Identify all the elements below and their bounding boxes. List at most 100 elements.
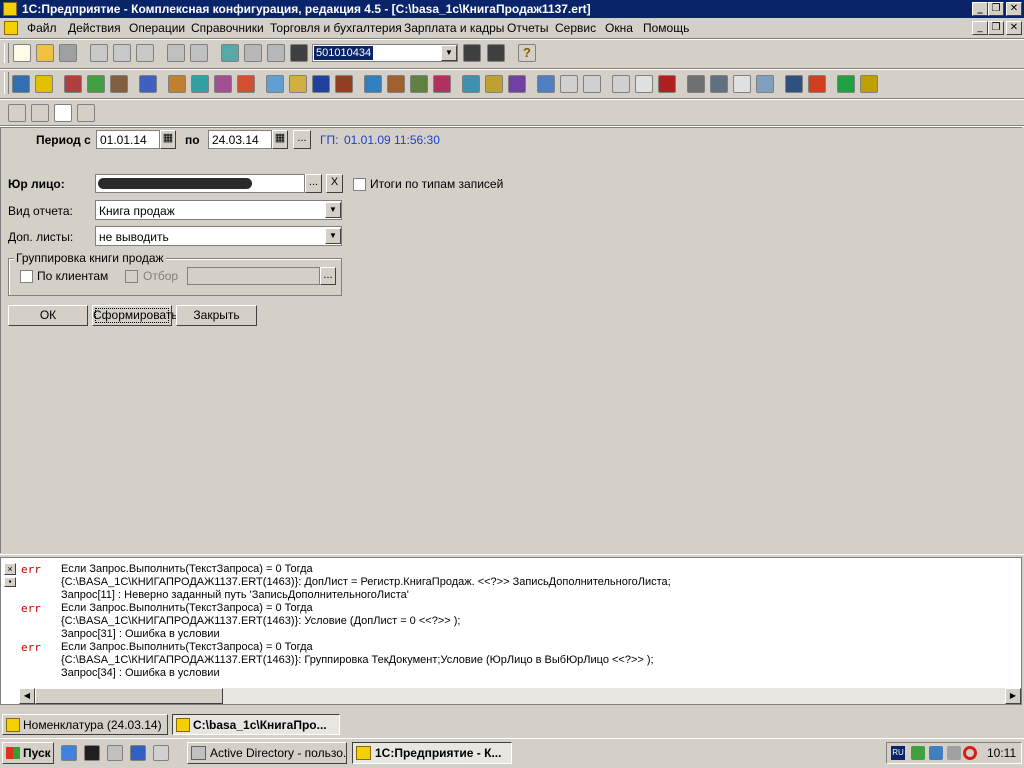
tab-sales-book[interactable]: C:\basa_1c\КнигаПро... [172, 714, 340, 735]
period-select-button[interactable]: ... [293, 130, 311, 149]
invoice-in-icon[interactable] [266, 75, 284, 93]
menu-trade[interactable]: Торговля и бухгалтерия [270, 21, 402, 35]
report-2-icon[interactable] [560, 75, 578, 93]
select-tool-icon[interactable] [8, 104, 26, 122]
toolbar-grip[interactable] [4, 72, 9, 94]
report-1-icon[interactable] [537, 75, 555, 93]
menu-salary[interactable]: Зарплата и кадры [404, 21, 504, 35]
by-clients-checkbox[interactable] [20, 270, 33, 283]
vat-book-icon[interactable] [612, 75, 630, 93]
message-line[interactable]: {C:\BASA_1C\КНИГАПРОДАЖ1137.ERT(1463)}: … [61, 576, 671, 588]
cash-book-icon[interactable] [139, 75, 157, 93]
message-line[interactable]: Если Запрос.Выполнить(ТекстЗапроса) = 0 … [61, 602, 313, 614]
find-prev-icon[interactable] [487, 44, 505, 62]
invoice-out-icon[interactable] [289, 75, 307, 93]
goods-icon[interactable] [462, 75, 480, 93]
sales-book-icon[interactable] [808, 75, 826, 93]
scroll-right-icon[interactable]: ▶ [1005, 688, 1021, 704]
new-file-icon[interactable] [13, 44, 31, 62]
close-button[interactable]: Закрыть [176, 305, 257, 326]
sales-icon[interactable] [312, 75, 330, 93]
balance-sheet-icon[interactable] [687, 75, 705, 93]
message-line[interactable]: Если Запрос.Выполнить(ТекстЗапроса) = 0 … [61, 641, 313, 653]
turnover-icon[interactable] [658, 75, 676, 93]
message-line[interactable]: Запрос[11] : Неверно заданный путь 'Запи… [61, 589, 409, 601]
options-icon[interactable] [785, 75, 803, 93]
totals-checkbox[interactable] [353, 178, 366, 191]
report-3-icon[interactable] [583, 75, 601, 93]
help-doc-icon[interactable] [54, 104, 72, 122]
plan-accounts-icon[interactable] [12, 75, 30, 93]
period-from-input[interactable]: 01.01.14 [96, 130, 160, 149]
filter-input[interactable] [187, 267, 320, 285]
agents-icon[interactable] [364, 75, 382, 93]
cut-icon[interactable] [90, 44, 108, 62]
search-value[interactable]: 501010434 [314, 46, 374, 60]
purchase-icon[interactable] [335, 75, 353, 93]
find-binoculars-icon[interactable] [290, 44, 308, 62]
chevron-down-icon[interactable]: ▼ [441, 45, 457, 61]
close-icon[interactable]: ✕ [1006, 2, 1022, 16]
task-1c-enterprise[interactable]: 1С:Предприятие - К... [352, 742, 512, 764]
menu-service[interactable]: Сервис [555, 21, 596, 35]
transactions-icon[interactable] [64, 75, 82, 93]
legal-entity-clear-button[interactable]: X [326, 174, 343, 193]
calendar-icon[interactable] [860, 75, 878, 93]
message-line[interactable]: Запрос[34] : Ошибка в условии [61, 667, 220, 679]
print-preview-icon[interactable] [190, 44, 208, 62]
filter-checkbox[interactable] [125, 270, 138, 283]
analysis-icon[interactable] [710, 75, 728, 93]
console-icon[interactable] [84, 745, 100, 761]
bank-statement-icon[interactable] [214, 75, 232, 93]
message-line[interactable]: Если Запрос.Выполнить(ТекстЗапроса) = 0 … [61, 563, 313, 575]
document-icon[interactable] [4, 21, 18, 35]
inventory-icon[interactable] [433, 75, 451, 93]
payment-order-icon[interactable] [237, 75, 255, 93]
horizontal-scrollbar[interactable]: ◀ ▶ [19, 688, 1021, 704]
copy-icon[interactable] [113, 44, 131, 62]
child-close-icon[interactable]: ✕ [1006, 21, 1022, 35]
pin-icon[interactable]: ▪ [4, 577, 16, 587]
legal-entity-input[interactable] [95, 174, 305, 193]
title-bar[interactable]: 1С:Предприятие - Комплексная конфигураци… [0, 0, 1024, 18]
child-minimize-icon[interactable]: _ [972, 21, 988, 35]
save-icon[interactable] [59, 44, 77, 62]
scroll-left-icon[interactable]: ◀ [19, 688, 35, 704]
network-status-icon[interactable] [929, 746, 943, 760]
toolbar-grip[interactable] [4, 43, 9, 63]
message-line[interactable]: {C:\BASA_1C\КНИГАПРОДАЖ1137.ERT(1463)}: … [61, 615, 460, 627]
desktop-icon[interactable] [130, 745, 146, 761]
message-line[interactable]: Запрос[31] : Ошибка в условии [61, 628, 220, 640]
ledger-icon[interactable] [635, 75, 653, 93]
paste-icon[interactable] [136, 44, 154, 62]
menu-actions[interactable]: Действия [68, 21, 121, 35]
tab-nomenclature[interactable]: Номенклатура (24.03.14) [2, 714, 168, 735]
employees-icon[interactable] [410, 75, 428, 93]
context-help-icon[interactable] [77, 104, 95, 122]
redo-icon[interactable] [267, 44, 285, 62]
menu-references[interactable]: Справочники [191, 21, 264, 35]
outgoing-cash-icon[interactable] [191, 75, 209, 93]
search-combo[interactable]: 501010434 ▼ [312, 44, 458, 62]
close-icon[interactable]: × [4, 563, 16, 575]
cashier-icon[interactable] [756, 75, 774, 93]
menu-help[interactable]: Помощь [643, 21, 689, 35]
minimize-icon[interactable]: _ [972, 2, 988, 16]
language-indicator[interactable]: RU [891, 746, 905, 760]
account-balance-icon[interactable] [110, 75, 128, 93]
ie-icon[interactable] [61, 745, 77, 761]
antivirus-icon[interactable] [963, 746, 977, 760]
calculator-icon[interactable] [221, 44, 239, 62]
child-restore-icon[interactable]: ❐ [988, 21, 1004, 35]
network-icon[interactable] [107, 745, 123, 761]
edit-tool-icon[interactable] [31, 104, 49, 122]
partners-icon[interactable] [387, 75, 405, 93]
chevron-down-icon[interactable]: ▼ [325, 228, 341, 244]
documents-icon[interactable] [87, 75, 105, 93]
help-icon[interactable]: ? [518, 44, 536, 62]
operations-journal-icon[interactable] [35, 75, 53, 93]
menu-windows[interactable]: Окна [605, 21, 633, 35]
chart-icon[interactable] [733, 75, 751, 93]
report-type-select[interactable]: Книга продаж ▼ [95, 200, 342, 220]
scroll-thumb[interactable] [35, 688, 223, 704]
